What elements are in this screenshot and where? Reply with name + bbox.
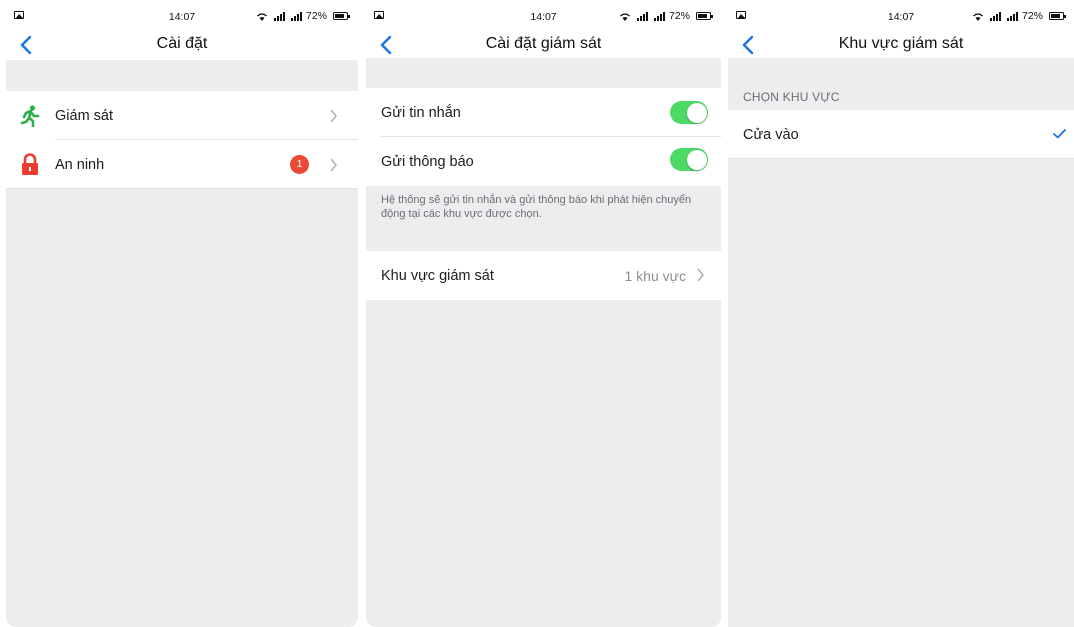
- back-chevron-icon[interactable]: [740, 34, 756, 56]
- wifi-icon: [257, 12, 267, 21]
- notification-toggles: Gửi tin nhắn Gửi thông báo: [366, 88, 721, 186]
- toggle-knob: [686, 102, 707, 123]
- chevron-right-icon: [697, 268, 704, 282]
- signal-icon: [1006, 11, 1018, 21]
- back-chevron-icon[interactable]: [378, 34, 394, 56]
- toggle-knob: [686, 149, 707, 170]
- battery-percent: 72%: [305, 10, 327, 22]
- row-divider: [728, 158, 1074, 159]
- nav-bar: Khu vực giám sát: [728, 30, 1074, 58]
- status-bar: 14:07 72%: [366, 0, 721, 30]
- battery-icon: [1049, 12, 1066, 20]
- monitoring-area-screen: 14:07 72% Khu vực giám sát CHỌN KHU VỰC …: [728, 0, 1074, 627]
- chevron-right-icon: [330, 109, 337, 123]
- signal-icon: [273, 11, 285, 21]
- checkmark-icon: [1053, 129, 1066, 139]
- setting-row-send-message: Gửi tin nhắn: [366, 88, 721, 137]
- page-title: Khu vực giám sát: [838, 35, 964, 52]
- row-divider: [6, 188, 358, 189]
- area-group: Khu vực giám sát 1 khu vực: [366, 251, 721, 300]
- wifi-icon: [973, 12, 983, 21]
- status-indicators: 72%: [972, 10, 1066, 22]
- chevron-right-icon: [330, 158, 337, 172]
- signal-icon: [636, 11, 648, 21]
- page-title: Cài đặt: [156, 35, 208, 52]
- nav-bar: Cài đặt giám sát: [366, 30, 721, 58]
- status-indicators: 72%: [619, 10, 713, 22]
- running-person-icon: [20, 105, 40, 127]
- notification-badge: 1: [290, 155, 309, 174]
- send-notification-toggle[interactable]: [670, 148, 708, 171]
- area-option-entrance[interactable]: Cửa vào: [728, 110, 1074, 159]
- settings-list: Giám sát An ninh 1: [6, 91, 358, 189]
- settings-item-security[interactable]: An ninh 1: [6, 140, 358, 189]
- setting-label: Khu vực giám sát: [381, 267, 494, 284]
- signal-icon: [290, 11, 302, 21]
- page-title: Cài đặt giám sát: [485, 35, 602, 52]
- setting-row-send-notification: Gửi thông báo: [366, 137, 721, 186]
- battery-icon: [333, 12, 350, 20]
- battery-icon: [696, 12, 713, 20]
- area-options: Cửa vào: [728, 110, 1074, 159]
- send-message-toggle[interactable]: [670, 101, 708, 124]
- status-bar: 14:07 72%: [728, 0, 1074, 30]
- section-header: CHỌN KHU VỰC: [743, 90, 840, 104]
- settings-item-monitoring[interactable]: Giám sát: [6, 91, 358, 140]
- settings-description: Hệ thống sẽ gửi tin nhắn và gửi thông bá…: [381, 194, 692, 220]
- setting-label: Gửi tin nhắn: [381, 104, 461, 121]
- nav-bar: Cài đặt: [6, 30, 358, 60]
- settings-item-label: Giám sát: [55, 107, 114, 124]
- status-indicators: 72%: [256, 10, 350, 22]
- signal-icon: [653, 11, 665, 21]
- settings-item-label: An ninh: [55, 156, 105, 173]
- wifi-icon: [620, 12, 630, 21]
- setting-label: Gửi thông báo: [381, 153, 474, 170]
- area-count-value: 1 khu vực: [624, 267, 686, 284]
- screenshot-stage: 14:07 72% Cài đặt Giám sát An ninh 1 14:…: [0, 0, 1074, 627]
- back-chevron-icon[interactable]: [18, 34, 34, 56]
- lock-icon: [22, 153, 38, 175]
- monitoring-settings-screen: 14:07 72% Cài đặt giám sát Gửi tin nhắn …: [366, 0, 721, 627]
- area-option-label: Cửa vào: [743, 126, 799, 143]
- monitoring-area-row[interactable]: Khu vực giám sát 1 khu vực: [366, 251, 721, 300]
- battery-percent: 72%: [668, 10, 690, 22]
- battery-percent: 72%: [1021, 10, 1043, 22]
- status-bar: 14:07 72%: [6, 0, 358, 30]
- settings-screen: 14:07 72% Cài đặt Giám sát An ninh 1: [6, 0, 358, 627]
- signal-icon: [989, 11, 1001, 21]
